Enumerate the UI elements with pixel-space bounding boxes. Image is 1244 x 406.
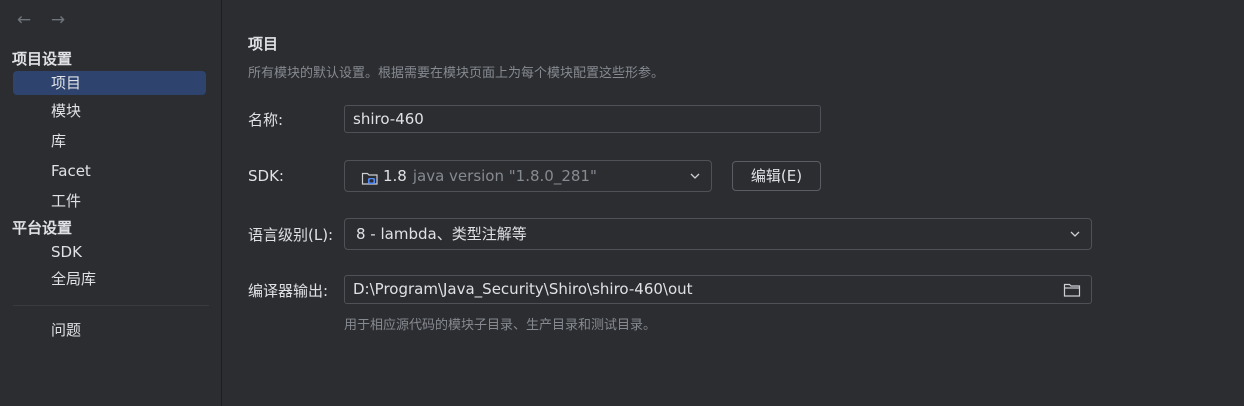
sidebar-item-libraries[interactable]: 库 — [13, 129, 206, 153]
back-arrow-icon[interactable]: ← — [14, 10, 34, 30]
nav-arrows: ← → — [14, 10, 68, 30]
sidebar-item-sdks[interactable]: SDK — [13, 240, 206, 264]
name-label: 名称: — [248, 111, 284, 129]
sidebar-item-problems[interactable]: 问题 — [13, 318, 206, 342]
edit-sdk-button[interactable]: 编辑(E) — [732, 161, 821, 191]
project-settings-header: 项目设置 — [12, 50, 73, 68]
sdk-folder-icon — [361, 167, 379, 185]
compiler-output-input[interactable]: D:\Program\Java_Security\Shiro\shiro-460… — [344, 275, 1092, 304]
language-level-combobox[interactable]: 8 - lambda、类型注解等 — [344, 218, 1092, 250]
compiler-output-value: D:\Program\Java_Security\Shiro\shiro-460… — [353, 280, 693, 298]
project-name-input[interactable]: shiro-460 — [344, 105, 821, 133]
compiler-output-hint: 用于相应源代码的模块子目录、生产目录和测试目录。 — [344, 318, 657, 333]
sidebar-item-project[interactable]: 项目 — [13, 71, 206, 95]
language-level-label: 语言级别(L): — [248, 226, 334, 244]
page-subtitle: 所有模块的默认设置。根据需要在模块页面上为每个模块配置这些形参。 — [248, 66, 665, 81]
sidebar-item-facets[interactable]: Facet — [13, 159, 206, 183]
sidebar-item-artifacts[interactable]: 工件 — [13, 189, 206, 213]
folder-icon[interactable] — [1063, 282, 1081, 298]
sidebar-item-global-libraries[interactable]: 全局库 — [13, 267, 206, 291]
compiler-output-label: 编译器输出: — [248, 282, 329, 300]
sidebar-item-modules[interactable]: 模块 — [13, 99, 206, 123]
platform-settings-header: 平台设置 — [12, 219, 73, 237]
chevron-down-icon — [690, 173, 700, 179]
sidebar: ← → 项目设置 项目 模块 库 Facet 工件 平台设置 SDK 全局库 问… — [0, 0, 222, 406]
sdk-version: 1.8 — [383, 167, 407, 185]
sidebar-divider — [13, 305, 209, 306]
language-level-value: 8 - lambda、类型注解等 — [356, 225, 527, 243]
page-title: 项目 — [248, 35, 279, 53]
project-settings-panel: 项目 所有模块的默认设置。根据需要在模块页面上为每个模块配置这些形参。 名称: … — [223, 0, 1244, 406]
sdk-combobox[interactable]: 1.8 java version "1.8.0_281" — [344, 160, 712, 192]
forward-arrow-icon[interactable]: → — [48, 10, 68, 30]
sdk-detail: java version "1.8.0_281" — [412, 167, 597, 185]
chevron-down-icon — [1070, 231, 1080, 237]
sdk-label: SDK: — [248, 167, 284, 185]
